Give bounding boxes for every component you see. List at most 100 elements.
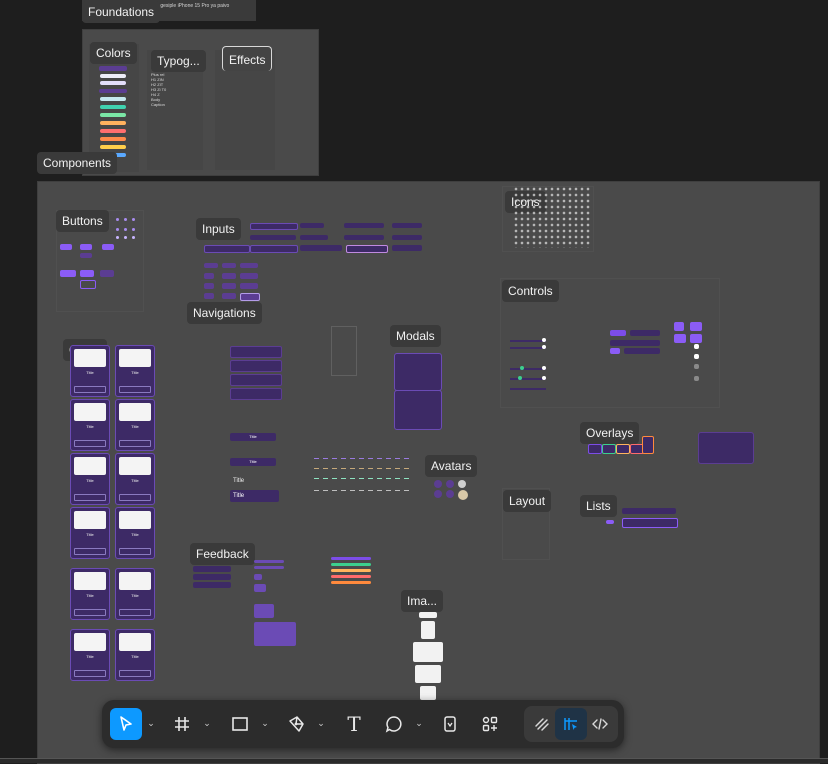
feedback-stack [331, 557, 371, 587]
dot [124, 228, 127, 231]
overlay-panel [698, 432, 754, 464]
nav-sidebar [331, 326, 357, 376]
type-line: Caption [151, 102, 165, 107]
checkbox [694, 354, 699, 359]
avatar [446, 490, 454, 498]
avatar [434, 490, 442, 498]
draw-mode-button[interactable] [526, 708, 558, 740]
avatars-label[interactable]: Avatars [425, 455, 478, 477]
status-line [331, 557, 371, 560]
canvas-bottom-edge [0, 758, 828, 763]
progress-bar [254, 604, 274, 618]
card-sample: Title [70, 345, 110, 397]
top-frame-caption: * gesiple iPhone 15 Pro ya paivo [157, 3, 230, 9]
card-sample: Title [70, 629, 110, 681]
overlay-tag [602, 444, 616, 454]
image-placeholder [415, 665, 441, 683]
rectangle-tool-button[interactable] [224, 708, 256, 740]
toast [193, 566, 231, 572]
comment-tool-button[interactable] [378, 708, 410, 740]
dev-mode-button[interactable] [584, 708, 616, 740]
slider-thumb [542, 345, 546, 349]
effects-label[interactable]: Effects [222, 46, 273, 71]
input-sample [222, 263, 236, 268]
layout-label[interactable]: Layout [503, 490, 552, 512]
frame-tool-chevron-icon[interactable]: ⌄ [202, 716, 212, 730]
rectangle-icon [232, 717, 248, 731]
card-title: Title [86, 370, 94, 375]
nav-bar [230, 374, 282, 386]
dot [132, 236, 135, 239]
modals-label[interactable]: Modals [390, 325, 441, 347]
input-sample [300, 235, 328, 240]
images-label[interactable]: Ima... [401, 590, 444, 612]
swatch [100, 105, 126, 109]
toast [193, 574, 231, 580]
card-button [119, 440, 151, 447]
input-sample [392, 223, 422, 228]
pen-tool-button[interactable] [280, 708, 312, 740]
typography-sample: Plus rel H1 ZIN H2 ZIT H3 Zi T0 H4 Z Bod… [151, 72, 166, 107]
card-sample: Title [70, 568, 110, 620]
feedback-label[interactable]: Feedback [190, 543, 255, 565]
control-chip [610, 340, 660, 346]
card-button [119, 670, 151, 677]
design-mode-button[interactable] [555, 708, 587, 740]
foundations-label[interactable]: Foundations [82, 1, 161, 23]
card-image [119, 403, 151, 421]
card-image [74, 633, 106, 651]
pen-tool-chevron-icon[interactable]: ⌄ [316, 716, 326, 730]
typography-label[interactable]: Typog... [151, 50, 206, 72]
plugins-icon [482, 716, 498, 732]
slider-track [510, 347, 546, 349]
input-sample [204, 283, 214, 289]
checkbox [694, 344, 699, 349]
comment-tool-chevron-icon[interactable]: ⌄ [414, 716, 424, 730]
avatar-group [434, 480, 470, 500]
nav-header-b: Title [230, 458, 276, 466]
plugins-tool-button[interactable] [474, 708, 506, 740]
dot [116, 228, 119, 231]
overlay-tag [616, 444, 630, 454]
card-image [74, 511, 106, 529]
card-sample: Title [115, 507, 155, 559]
dot [124, 218, 127, 221]
card-image [74, 457, 106, 475]
actions-tool-button[interactable] [434, 708, 466, 740]
input-sample [222, 273, 236, 279]
control-chip [624, 348, 660, 354]
progress-bar [254, 622, 296, 646]
input-sample [392, 235, 422, 240]
card-sample: Title [115, 568, 155, 620]
card-image [119, 511, 151, 529]
input-sample [346, 245, 388, 253]
card-sample: Title [70, 399, 110, 451]
toggle [674, 334, 686, 343]
components-label[interactable]: Components [37, 152, 118, 174]
slider-track [510, 388, 546, 390]
image-placeholder [419, 612, 437, 618]
speech-bubble-icon [385, 716, 402, 733]
dot [132, 228, 135, 231]
feedback-bars [254, 560, 298, 648]
input-sample [240, 293, 260, 301]
move-tool-chevron-icon[interactable]: ⌄ [146, 716, 156, 730]
move-tool-button[interactable] [110, 708, 142, 740]
text-tool-button[interactable]: T [338, 708, 370, 740]
card-sample: Title [115, 453, 155, 505]
toast [193, 582, 231, 588]
card-button [74, 440, 106, 447]
input-sample [300, 223, 324, 228]
frame-tool-button[interactable] [166, 708, 198, 740]
nav-header-a: Title [230, 433, 276, 441]
buttons-label[interactable]: Buttons [56, 210, 109, 232]
rectangle-tool-chevron-icon[interactable]: ⌄ [260, 716, 270, 730]
colors-label[interactable]: Colors [90, 42, 137, 64]
dot [132, 218, 135, 221]
swatch [100, 97, 126, 101]
avatar [458, 480, 466, 488]
image-stack [412, 612, 444, 700]
list-samples [586, 498, 678, 536]
navigations-label[interactable]: Navigations [187, 302, 262, 324]
slider-thumb [542, 376, 546, 380]
